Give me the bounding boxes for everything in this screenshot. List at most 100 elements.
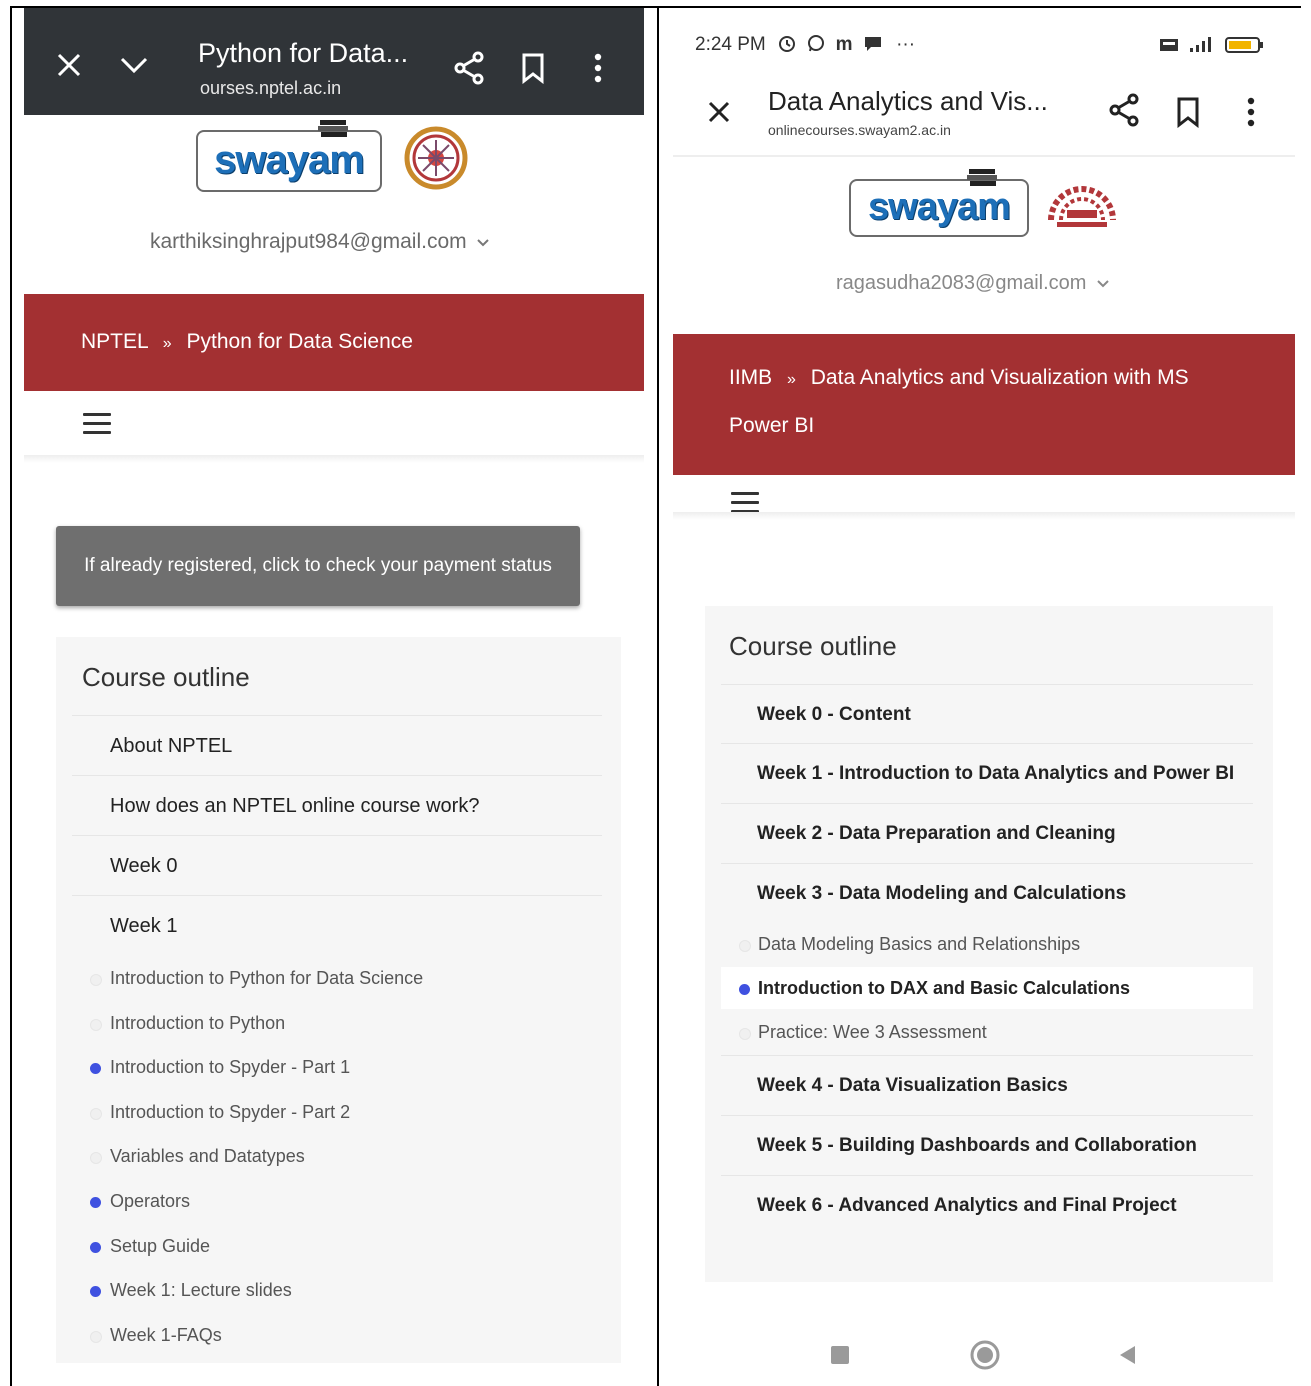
alarm-icon xyxy=(779,36,796,52)
status-bar-right xyxy=(1158,36,1265,59)
course-outline-card: Course outline About NPTEL How does an N… xyxy=(56,637,621,1363)
unit-item[interactable]: Introduction to Python xyxy=(90,1013,285,1034)
toolbar-divider xyxy=(673,155,1295,157)
whatsapp-icon xyxy=(808,35,825,52)
progress-dot-filled xyxy=(90,1286,101,1297)
unit-item[interactable]: Data Modeling Basics and Relationships xyxy=(739,934,1080,955)
data-saver-icon xyxy=(1160,39,1178,51)
breadcrumb: IIMB » Data Analytics and Visualization … xyxy=(729,366,1189,390)
unit-item[interactable]: Variables and Datatypes xyxy=(90,1146,305,1167)
more-vert-icon[interactable] xyxy=(586,50,610,86)
unit-item[interactable]: Week 1: Lecture slides xyxy=(90,1280,292,1301)
progress-dot-empty xyxy=(90,1152,102,1164)
payment-status-button[interactable]: If already registered, click to check yo… xyxy=(56,526,580,606)
frame-divider xyxy=(657,6,659,1386)
user-email-dropdown[interactable]: ragasudha2083@gmail.com xyxy=(836,272,1110,295)
close-icon[interactable] xyxy=(703,96,735,128)
page-title: Data Analytics and Vis... xyxy=(768,86,1048,116)
user-email: karthiksinghrajput984@gmail.com xyxy=(150,230,467,253)
comparison-frame: Python for Data... ourses.nptel.ac.in sw… xyxy=(0,0,1311,1386)
left-phone-screen: Python for Data... ourses.nptel.ac.in sw… xyxy=(24,8,644,1386)
progress-dot-filled xyxy=(90,1197,101,1208)
section-row[interactable]: Week 5 - Building Dashboards and Collabo… xyxy=(721,1115,1253,1176)
chevron-down-icon[interactable] xyxy=(116,50,152,80)
bookmark-icon[interactable] xyxy=(518,50,548,86)
android-nav-bar xyxy=(673,1322,1295,1386)
page-url: ourses.nptel.ac.in xyxy=(200,78,342,98)
section-row[interactable]: About NPTEL xyxy=(72,715,602,776)
breadcrumb-separator: » xyxy=(787,371,796,388)
logo-row: swayam xyxy=(196,119,468,195)
breadcrumb-course[interactable]: Python for Data Science xyxy=(187,330,413,353)
share-icon[interactable] xyxy=(452,50,486,86)
breadcrumb-root[interactable]: IIMB xyxy=(729,366,772,389)
status-bar-left: 2:24 PM m ··· xyxy=(695,34,915,56)
page-title: Python for Data... xyxy=(198,38,409,68)
menu-icon[interactable] xyxy=(731,492,759,514)
unit-item[interactable]: Introduction to Spyder - Part 1 xyxy=(90,1057,350,1078)
unit-item[interactable]: Setup Guide xyxy=(90,1236,210,1257)
unit-item[interactable]: Introduction to Spyder - Part 2 xyxy=(90,1102,350,1123)
close-icon[interactable] xyxy=(52,48,86,82)
breadcrumb-course-continued[interactable]: Power BI xyxy=(729,414,814,438)
back-icon[interactable] xyxy=(1117,1344,1137,1371)
course-banner: IIMB » Data Analytics and Visualization … xyxy=(673,334,1295,475)
progress-dot-empty xyxy=(90,974,102,986)
course-outline-card: Course outline Week 0 - Content Week 1 -… xyxy=(705,606,1273,1282)
progress-dot-filled xyxy=(739,984,750,995)
user-email-dropdown[interactable]: karthiksinghrajput984@gmail.com xyxy=(150,230,490,254)
swayam-wordmark: swayam xyxy=(214,138,365,182)
nptel-emblem xyxy=(404,126,468,195)
home-icon[interactable] xyxy=(970,1340,1000,1375)
status-time: 2:24 PM xyxy=(695,34,766,55)
logo-row: swayam xyxy=(849,168,1119,239)
unit-item[interactable]: Practice: Wee 3 Assessment xyxy=(739,1022,987,1043)
progress-dot-filled xyxy=(90,1063,101,1074)
section-row[interactable]: Week 0 - Content xyxy=(721,684,1253,744)
unit-item[interactable]: Operators xyxy=(90,1191,190,1212)
section-row[interactable]: Week 4 - Data Visualization Basics xyxy=(721,1055,1253,1116)
progress-dot-empty xyxy=(739,940,751,952)
unit-item-current[interactable]: Introduction to DAX and Basic Calculatio… xyxy=(739,978,1130,999)
right-phone-screen: 2:24 PM m ··· Data Analytics and Vis... … xyxy=(673,8,1295,1386)
section-row[interactable]: How does an NPTEL online course work? xyxy=(72,775,602,836)
menu-bar-shadow xyxy=(24,455,644,463)
section-row[interactable]: Week 6 - Advanced Analytics and Final Pr… xyxy=(721,1175,1253,1236)
section-row[interactable]: Week 2 - Data Preparation and Cleaning xyxy=(721,803,1253,864)
page-url: onlinecourses.swayam2.ac.in xyxy=(768,122,951,138)
breadcrumb-root[interactable]: NPTEL xyxy=(81,330,148,353)
progress-dot-empty xyxy=(90,1331,102,1343)
breadcrumb-course[interactable]: Data Analytics and Visualization with MS xyxy=(811,366,1189,389)
message-icon xyxy=(864,37,881,51)
progress-dot-empty xyxy=(739,1028,751,1040)
course-banner: NPTEL » Python for Data Science xyxy=(24,294,644,391)
more-notifications-icon: ··· xyxy=(896,34,916,55)
user-email: ragasudha2083@gmail.com xyxy=(836,272,1087,294)
swayam-wordmark: swayam xyxy=(868,186,1011,228)
swayam-logo[interactable]: swayam xyxy=(849,168,1029,237)
signal-icon xyxy=(1190,37,1212,52)
section-row[interactable]: Week 1 xyxy=(72,895,602,956)
frame-left-border xyxy=(10,6,12,1386)
recents-icon[interactable] xyxy=(831,1346,849,1364)
section-row[interactable]: Week 0 xyxy=(72,835,602,896)
iimb-emblem xyxy=(1045,176,1119,239)
section-row[interactable]: Week 1 - Introduction to Data Analytics … xyxy=(721,743,1253,804)
course-outline-title: Course outline xyxy=(729,631,897,661)
course-outline-title: Course outline xyxy=(82,662,250,692)
app-notification-icon: m xyxy=(835,34,853,55)
share-icon[interactable] xyxy=(1107,92,1141,128)
browser-toolbar: Python for Data... ourses.nptel.ac.in xyxy=(24,8,644,115)
breadcrumb: NPTEL » Python for Data Science xyxy=(81,330,413,354)
progress-dot-empty xyxy=(90,1108,102,1120)
bookmark-icon[interactable] xyxy=(1173,94,1203,130)
section-row[interactable]: Week 3 - Data Modeling and Calculations xyxy=(721,863,1253,924)
unit-item[interactable]: Week 1-FAQs xyxy=(90,1325,222,1346)
swayam-logo[interactable]: swayam xyxy=(196,119,382,192)
status-bar: 2:24 PM m ··· xyxy=(673,8,1295,78)
progress-dot-empty xyxy=(90,1019,102,1031)
more-vert-icon[interactable] xyxy=(1239,94,1263,130)
unit-item[interactable]: Introduction to Python for Data Science xyxy=(90,968,423,989)
menu-icon[interactable] xyxy=(83,413,111,435)
breadcrumb-separator: » xyxy=(162,335,172,352)
